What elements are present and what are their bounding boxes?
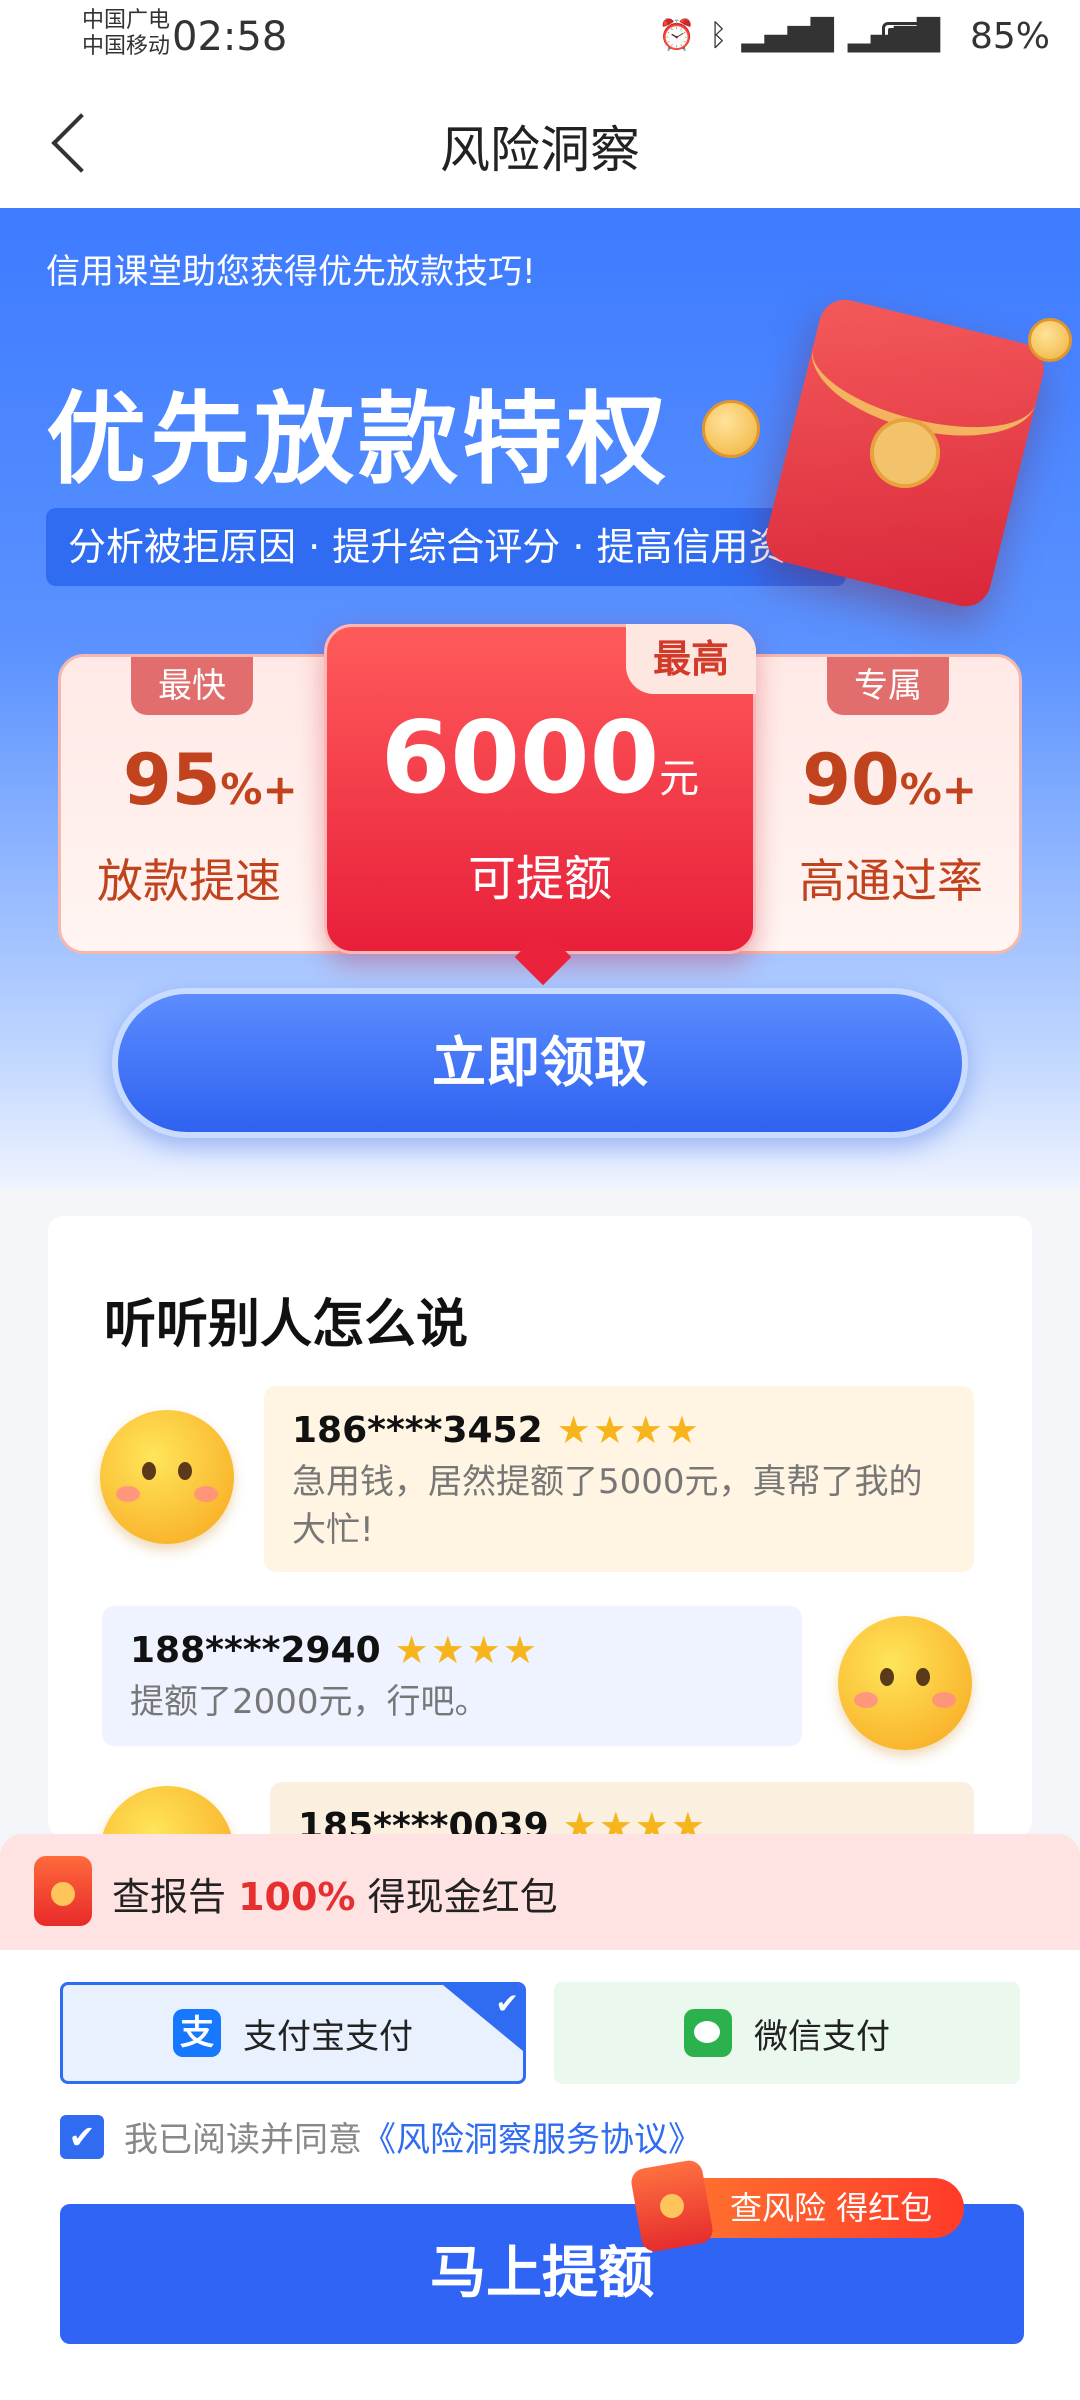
max-amount-card: 最高 6000元 可提额 — [324, 624, 756, 954]
navigation-bar: 风险洞察 — [0, 80, 1080, 208]
review-user: 186****3452 — [292, 1409, 543, 1451]
max-amount: 6000元 — [380, 699, 700, 816]
carrier-2: 中国移动 — [82, 34, 171, 59]
smiley-avatar-icon — [100, 1786, 234, 1836]
rating-stars-icon: ★★★★ — [556, 1408, 701, 1452]
speed-tag: 最快 — [131, 657, 253, 715]
bluetooth-icon: ᛒ — [709, 18, 728, 53]
alarm-icon: ⏰ — [658, 18, 696, 53]
page-title: 风险洞察 — [440, 121, 640, 179]
status-bar: 中国广电 中国移动 02:58 ⏰ ᛒ ▂▄▆█ ▂▄▆█ 85% — [0, 0, 1080, 80]
coin-icon — [1028, 318, 1072, 362]
red-envelope-icon — [629, 2158, 715, 2254]
hero-tagline: 分析被拒原因 · 提升综合评分 · 提高信用资质 — [46, 508, 847, 586]
red-envelope-icon — [34, 1856, 92, 1926]
selected-check-icon: ✔ — [443, 1985, 523, 2051]
agreement-link[interactable]: 《风险洞察服务协议》 — [362, 2112, 702, 2161]
review-text: 急用钱，居然提额了5000元，真帮了我的大忙! — [292, 1462, 923, 1550]
speed-value: 95%+ — [123, 739, 298, 821]
smiley-avatar-icon — [838, 1616, 972, 1750]
promo-text: 查报告 100% 得现金红包 — [112, 1875, 558, 1919]
carrier-info: 中国广电 中国移动 — [82, 8, 170, 60]
battery-percent: 85% — [969, 16, 1050, 57]
benefit-cards: 最快 95%+ 放款提速 专属 90%+ 高通过率 最高 6000元 可提额 — [58, 624, 1022, 954]
pass-rate-value: 90%+ — [802, 739, 977, 821]
agreement-text: 我已阅读并同意 — [124, 2120, 362, 2160]
max-tag: 最高 — [626, 624, 756, 694]
rating-stars-icon: ★★★★ — [394, 1628, 539, 1672]
review-item: 185****0039 ★★★★ — [270, 1782, 974, 1836]
rating-stars-icon: ★★★★ — [562, 1804, 707, 1836]
coin-icon — [702, 400, 760, 458]
alipay-option[interactable]: 支 支付宝支付 ✔ — [60, 1982, 526, 2084]
smiley-avatar-icon — [100, 1410, 234, 1544]
hero-subtitle: 信用课堂助您获得优先放款技巧! — [46, 252, 536, 292]
red-packet-promo: 查报告 100% 得现金红包 — [0, 1834, 1080, 1950]
review-user: 188****2940 — [130, 1629, 381, 1671]
signal-4g-icon: ▂▄▆█ — [741, 18, 834, 53]
red-packet-illustration — [760, 294, 1050, 612]
agreement-row: ✔ 我已阅读并同意 《风险洞察服务协议》 — [60, 2112, 702, 2161]
max-amount-label: 可提额 — [467, 851, 612, 907]
clock: 02:58 — [172, 14, 288, 60]
review-item: 188****2940 ★★★★ 提额了2000元，行吧。 — [102, 1606, 802, 1746]
hero-banner: 信用课堂助您获得优先放款技巧! 优先放款特权 分析被拒原因 · 提升综合评分 ·… — [0, 208, 1080, 1188]
review-item: 186****3452 ★★★★ 急用钱，居然提额了5000元，真帮了我的大忙! — [264, 1386, 974, 1572]
payment-panel: 支 支付宝支付 ✔ 微信支付 ✔ 我已阅读并同意 《风险洞察服务协议》 马上提额… — [0, 1950, 1080, 2400]
alipay-label: 支付宝支付 — [243, 2016, 413, 2057]
speed-label: 放款提速 — [97, 854, 281, 908]
pass-rate-label: 高通过率 — [799, 854, 983, 908]
hero-title: 优先放款特权 — [46, 381, 670, 498]
carrier-1: 中国广电 — [82, 8, 171, 33]
claim-now-button[interactable]: 立即领取 — [112, 988, 968, 1138]
review-user: 185****0039 — [298, 1805, 549, 1837]
wechat-pay-option[interactable]: 微信支付 — [554, 1982, 1020, 2084]
review-text: 提额了2000元，行吧。 — [130, 1682, 489, 1722]
battery-icon — [882, 22, 940, 52]
reviews-title: 听听别人怎么说 — [104, 1295, 469, 1355]
agreement-checkbox[interactable]: ✔ — [60, 2114, 104, 2159]
reviews-section: 听听别人怎么说 186****3452 ★★★★ 急用钱，居然提额了5000元，真… — [48, 1216, 1032, 1836]
pass-rate-tag: 专属 — [827, 657, 949, 715]
wechat-pay-label: 微信支付 — [754, 2016, 890, 2057]
alipay-icon: 支 — [173, 2009, 221, 2057]
wechat-pay-icon — [684, 2009, 732, 2057]
